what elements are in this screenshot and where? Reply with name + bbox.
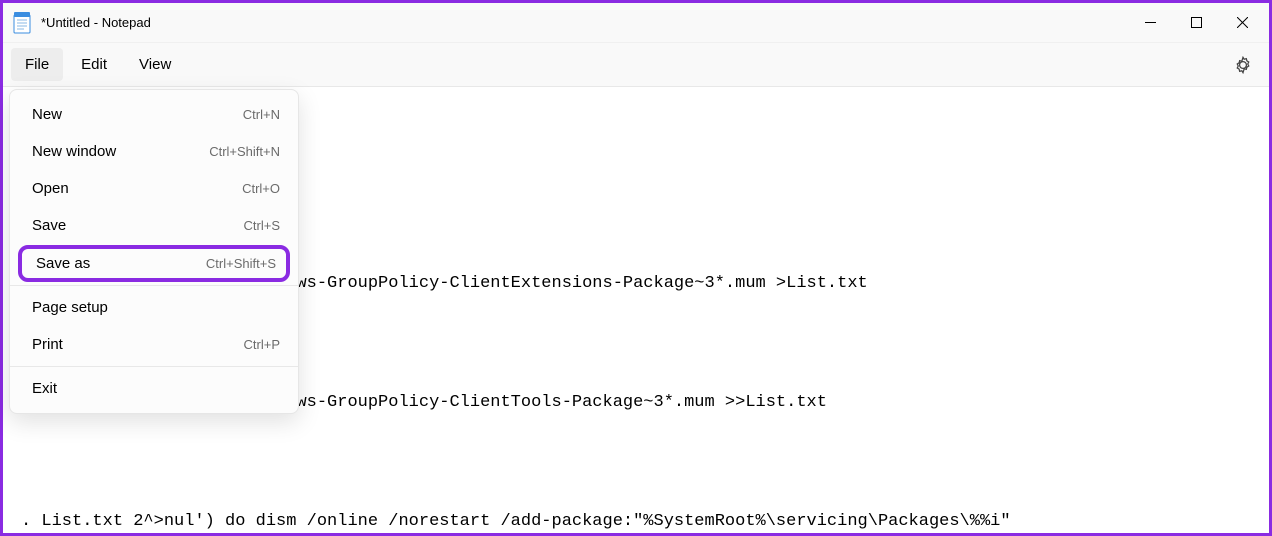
titlebar: *Untitled - Notepad (3, 3, 1269, 43)
menu-item-shortcut: Ctrl+O (242, 181, 280, 196)
file-menu-dropdown: New Ctrl+N New window Ctrl+Shift+N Open … (9, 89, 299, 414)
menu-item-page-setup[interactable]: Page setup (10, 289, 298, 326)
notepad-icon (13, 12, 31, 34)
menu-view[interactable]: View (125, 48, 185, 81)
menu-item-save-as[interactable]: Save as Ctrl+Shift+S (18, 245, 290, 282)
gear-icon (1234, 56, 1252, 74)
menu-item-exit[interactable]: Exit (10, 370, 298, 407)
menu-item-shortcut: Ctrl+N (243, 107, 280, 122)
menu-item-open[interactable]: Open Ctrl+O (10, 170, 298, 207)
menu-item-shortcut: Ctrl+S (244, 218, 280, 233)
menubar: File Edit View (3, 43, 1269, 87)
settings-button[interactable] (1225, 47, 1261, 83)
menu-item-new[interactable]: New Ctrl+N (10, 96, 298, 133)
menu-separator (10, 366, 298, 367)
menu-item-label: Open (32, 180, 242, 197)
menu-separator (10, 285, 298, 286)
menu-item-label: Page setup (32, 299, 280, 316)
menu-item-label: Print (32, 336, 244, 353)
minimize-button[interactable] (1127, 4, 1173, 42)
window-title: *Untitled - Notepad (41, 15, 151, 30)
menu-item-shortcut: Ctrl+P (244, 337, 280, 352)
menu-item-save[interactable]: Save Ctrl+S (10, 207, 298, 244)
menu-item-shortcut: Ctrl+Shift+N (209, 144, 280, 159)
menu-file[interactable]: File (11, 48, 63, 81)
menu-item-label: Save (32, 217, 244, 234)
menu-item-print[interactable]: Print Ctrl+P (10, 326, 298, 363)
menu-item-shortcut: Ctrl+Shift+S (206, 256, 276, 271)
maximize-button[interactable] (1173, 4, 1219, 42)
menu-item-label: Exit (32, 380, 280, 397)
close-button[interactable] (1219, 4, 1265, 42)
menu-item-new-window[interactable]: New window Ctrl+Shift+N (10, 133, 298, 170)
menu-item-label: Save as (36, 255, 206, 272)
menu-edit[interactable]: Edit (67, 48, 121, 81)
menu-item-label: New (32, 106, 243, 123)
editor-line: . List.txt 2^>nul') do dism /online /nor… (21, 507, 1251, 534)
menu-item-label: New window (32, 143, 209, 160)
